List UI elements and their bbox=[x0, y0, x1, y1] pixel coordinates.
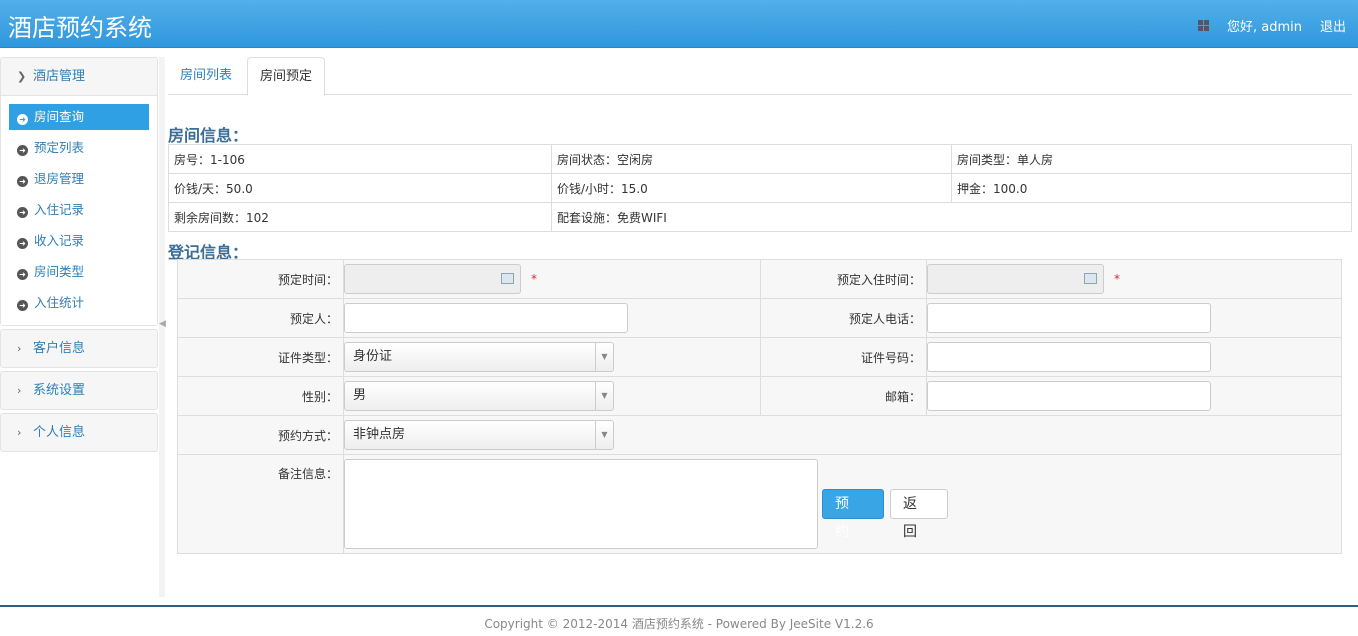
selected-value: 男 bbox=[353, 388, 367, 403]
email-input[interactable] bbox=[927, 381, 1211, 411]
greeting[interactable]: 您好, admin bbox=[1227, 16, 1302, 35]
booker-input[interactable] bbox=[344, 303, 628, 333]
book-time-input[interactable] bbox=[344, 264, 521, 294]
dropdown-arrow-icon: ▼ bbox=[595, 382, 613, 410]
price-per-day: 价钱/天：50.0 bbox=[168, 173, 552, 203]
tab-bar: 房间列表 房间预定 bbox=[168, 57, 1352, 96]
room-number: 房号：1-106 bbox=[168, 144, 552, 174]
label: 预定时间： bbox=[177, 259, 344, 299]
caret-left-icon: ◀ bbox=[159, 319, 166, 329]
arrow-circle-icon: ➜ bbox=[17, 300, 28, 311]
remark-textarea[interactable] bbox=[344, 459, 818, 549]
sidebar-item-income[interactable]: ➜ 收入记录 bbox=[9, 228, 149, 254]
calendar-icon[interactable] bbox=[501, 273, 514, 284]
dropdown-arrow-icon: ▼ bbox=[595, 421, 613, 449]
sidebar-item-stats[interactable]: ➜ 入住统计 bbox=[9, 290, 149, 316]
grid-menu-icon[interactable] bbox=[1197, 20, 1209, 31]
facilities: 配套设施：免费WIFI bbox=[551, 202, 1352, 232]
sidebar-toggle[interactable]: ◀ bbox=[159, 57, 166, 597]
room-info-table: 房号：1-106 房间状态：空闲房 房间类型：单人房 价钱/天：50.0 价钱/小时：… bbox=[168, 144, 1352, 232]
booking-method-select[interactable]: 非钟点房 ▼ bbox=[344, 420, 614, 450]
app-title: 酒店预约系统 bbox=[8, 14, 152, 42]
item-label: 房间查询 bbox=[34, 109, 85, 124]
required-mark: * bbox=[1114, 271, 1120, 286]
label: 备注信息： bbox=[177, 454, 344, 554]
tab-room-list[interactable]: 房间列表 bbox=[168, 57, 244, 95]
room-type: 房间类型：单人房 bbox=[951, 144, 1352, 174]
submit-booking-button[interactable]: 预 约 bbox=[822, 489, 884, 540]
arrow-circle-icon: ➜ bbox=[17, 176, 28, 187]
gender-select[interactable]: 男 ▼ bbox=[344, 381, 614, 411]
label: 邮箱： bbox=[760, 376, 927, 416]
price-per-hour: 价钱/小时：15.0 bbox=[551, 173, 952, 203]
room-status: 房间状态：空闲房 bbox=[551, 144, 952, 174]
group-label: 系统设置 bbox=[33, 383, 86, 398]
item-label: 预定列表 bbox=[34, 140, 85, 155]
item-label: 退房管理 bbox=[34, 171, 85, 186]
logout-link[interactable]: 退出 bbox=[1320, 16, 1346, 35]
sidebar-item-booking-list[interactable]: ➜ 预定列表 bbox=[9, 135, 149, 161]
calendar-icon[interactable] bbox=[1084, 273, 1097, 284]
item-label: 收入记录 bbox=[34, 233, 85, 248]
sidebar-item-room-query[interactable]: ➜ 房间查询 bbox=[9, 104, 149, 130]
item-label: 入住记录 bbox=[34, 202, 85, 217]
chevron-right-icon: › bbox=[17, 426, 22, 439]
registration-form: 预定时间： * 预定入住时间： * 预定人： 预定人电话： 证件类型： 身份证 ▼… bbox=[177, 259, 1342, 554]
label: 性别： bbox=[177, 376, 344, 416]
chevron-right-icon: › bbox=[17, 342, 22, 355]
arrow-circle-icon: ➜ bbox=[17, 145, 28, 156]
id-number-input[interactable] bbox=[927, 342, 1211, 372]
sidebar-item-checkout[interactable]: ➜ 退房管理 bbox=[9, 166, 149, 192]
rooms-remaining: 剩余房间数：102 bbox=[168, 202, 552, 232]
label: 证件号码： bbox=[760, 337, 927, 377]
group-label: 酒店管理 bbox=[33, 69, 86, 84]
arrow-circle-icon: ➜ bbox=[17, 207, 28, 218]
sidebar-group-settings[interactable]: › 系统设置 bbox=[1, 372, 157, 409]
selected-value: 身份证 bbox=[353, 349, 393, 364]
sidebar-group-hotel[interactable]: ❯ 酒店管理 bbox=[1, 58, 157, 95]
chevron-down-icon: ❯ bbox=[17, 70, 27, 83]
tab-room-booking[interactable]: 房间预定 bbox=[247, 57, 326, 96]
back-button[interactable]: 返 回 bbox=[890, 489, 948, 540]
sidebar-group-profile[interactable]: › 个人信息 bbox=[1, 414, 157, 451]
dropdown-arrow-icon: ▼ bbox=[595, 343, 613, 371]
sidebar-item-room-types[interactable]: ➜ 房间类型 bbox=[9, 259, 149, 285]
checkin-time-input[interactable] bbox=[927, 264, 1104, 294]
arrow-circle-icon: ➜ bbox=[17, 238, 28, 249]
label: 预约方式： bbox=[177, 415, 344, 455]
sidebar-item-checkin-records[interactable]: ➜ 入住记录 bbox=[9, 197, 149, 223]
sidebar-group-customers[interactable]: › 客户信息 bbox=[1, 330, 157, 367]
id-type-select[interactable]: 身份证 ▼ bbox=[344, 342, 614, 372]
footer: Copyright © 2012-2014 酒店预约系统 - Powered B… bbox=[0, 605, 1358, 632]
group-label: 个人信息 bbox=[33, 425, 86, 440]
chevron-right-icon: › bbox=[17, 384, 22, 397]
group-label: 客户信息 bbox=[33, 341, 86, 356]
required-mark: * bbox=[531, 271, 537, 286]
sidebar: ❯ 酒店管理 ➜ 房间查询 ➜ 预定列表 ➜ 退房管理 ➜ 入住记录 ➜ 收入记录 ➜ 房间类… bbox=[0, 57, 158, 455]
label: 预定人电话： bbox=[760, 298, 927, 338]
item-label: 房间类型 bbox=[34, 264, 85, 279]
header: 酒店预约系统 您好, admin 退出 bbox=[0, 0, 1358, 48]
room-info-heading: 房间信息： bbox=[168, 126, 249, 145]
selected-value: 非钟点房 bbox=[353, 427, 406, 442]
arrow-circle-icon: ➜ bbox=[17, 114, 28, 125]
label: 预定入住时间： bbox=[760, 259, 927, 299]
label: 证件类型： bbox=[177, 337, 344, 377]
arrow-circle-icon: ➜ bbox=[17, 269, 28, 280]
deposit: 押金：100.0 bbox=[951, 173, 1352, 203]
item-label: 入住统计 bbox=[34, 295, 85, 310]
phone-input[interactable] bbox=[927, 303, 1211, 333]
label: 预定人： bbox=[177, 298, 344, 338]
